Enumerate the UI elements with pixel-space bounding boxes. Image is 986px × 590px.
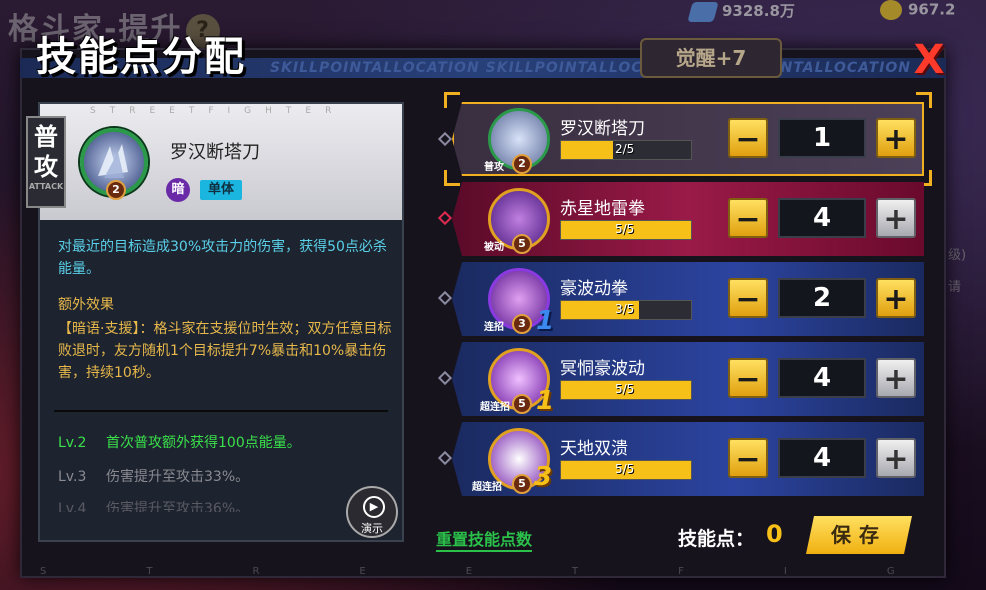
reset-skill-points-link[interactable]: 重置技能点数 [436, 526, 533, 552]
decrease-button[interactable]: − [728, 118, 768, 158]
panel-title: 技能点分配 [36, 34, 246, 80]
skill-description: 对最近的目标造成30%攻击力的伤害，获得50点必杀能量。 [58, 239, 387, 277]
skill-row-name: 豪波动拳 [560, 279, 628, 299]
increase-button[interactable]: + [876, 198, 916, 238]
decrease-button[interactable]: − [728, 438, 768, 478]
increase-button[interactable]: + [876, 118, 916, 158]
skill-level-badge: 5 [512, 394, 532, 414]
skill-type-label: 普攻 [484, 162, 504, 173]
skill-row-name: 冥恫豪波动 [560, 359, 645, 379]
decrease-button[interactable]: − [728, 198, 768, 238]
footer-deco: STREETFIGHTER [40, 566, 920, 577]
skill-progress-bar: 5/5 [560, 380, 692, 400]
target-badge: 单体 [200, 180, 243, 200]
save-button[interactable]: 保存 [806, 516, 912, 554]
close-button[interactable]: X [908, 40, 950, 80]
level-effect-row: Lv.3 伤害提升至攻击33%。 [58, 469, 250, 485]
background-side-text: 级) [948, 248, 967, 263]
skill-level-badge: 5 [512, 234, 532, 254]
skill-point-value: 4 [778, 358, 866, 398]
increase-button[interactable]: + [876, 358, 916, 398]
frame-corner [444, 92, 460, 108]
background-side-text: 请 [948, 280, 962, 295]
skill-row-name: 赤星地雷拳 [560, 199, 645, 219]
skill-points-value: 0 [766, 520, 783, 548]
level-effect-row: Lv.2 首次普攻额外获得100点能量。 [58, 435, 301, 451]
play-icon: ▶ [363, 496, 385, 518]
coin-icon [880, 0, 902, 20]
skill-point-value: 4 [778, 438, 866, 478]
skill-type-label: 连招 [484, 322, 504, 333]
extra-effect-body: 【暗语·支援】：格斗家在支援位时生效；双方任意目标败退时，友方随机1个目标提升7… [58, 321, 392, 381]
skill-level-badge: 2 [106, 180, 126, 200]
skill-detail-header: STREETFIGHTER 2 罗汉断塔刀 暗 单体 [40, 104, 402, 220]
level-effect-row: Lv.4 伤害提升至攻击36%。 [58, 501, 250, 512]
skill-level-badge: 3 [512, 314, 532, 334]
skill-progress-bar: 5/5 [560, 220, 692, 240]
element-badge: 暗 [166, 178, 190, 202]
skill-name: 罗汉断塔刀 [170, 142, 260, 163]
skill-detail-card: STREETFIGHTER 2 罗汉断塔刀 暗 单体 对最近的目标造成30%攻击… [38, 102, 404, 542]
skill-progress-bar: 3/5 [560, 300, 692, 320]
skill-point-value: 4 [778, 198, 866, 238]
currency-coins: 967.2 [880, 0, 955, 22]
demo-button[interactable]: ▶ 演示 [346, 486, 398, 538]
combo-number: 1 [536, 386, 555, 416]
skill-type-label: 超连招 [472, 482, 502, 493]
combo-number: 1 [536, 306, 555, 336]
skill-point-value: 2 [778, 278, 866, 318]
combo-number: 3 [534, 462, 553, 492]
skill-progress-bar: 5/5 [560, 460, 692, 480]
skill-row-name: 天地双溃 [560, 439, 628, 459]
skill-points-label: 技能点： [678, 528, 755, 550]
frame-corner [444, 170, 460, 186]
skill-progress-bar: 2/5 [560, 140, 692, 160]
increase-button[interactable]: + [876, 438, 916, 478]
divider [54, 410, 388, 412]
decrease-button[interactable]: − [728, 358, 768, 398]
gem-icon [687, 1, 719, 22]
awake-tag: 觉醒+7 [640, 38, 782, 78]
increase-button[interactable]: + [876, 278, 916, 318]
decrease-button[interactable]: − [728, 278, 768, 318]
skill-type-label: 超连招 [480, 402, 510, 413]
skill-point-value: 1 [778, 118, 866, 158]
skill-level-badge: 5 [512, 474, 532, 494]
extra-effect-title: 额外效果 [58, 297, 114, 313]
skill-icon: 2 [80, 128, 148, 200]
skill-level-badge: 2 [512, 154, 532, 174]
header-deco: STREETFIGHTER [90, 106, 346, 116]
skill-type-tag: 普攻 ATTACK [26, 116, 66, 208]
skill-row-name: 罗汉断塔刀 [560, 119, 645, 139]
skill-type-label: 被动 [484, 242, 504, 253]
currency-gems: 9328.8万 [687, 0, 795, 22]
